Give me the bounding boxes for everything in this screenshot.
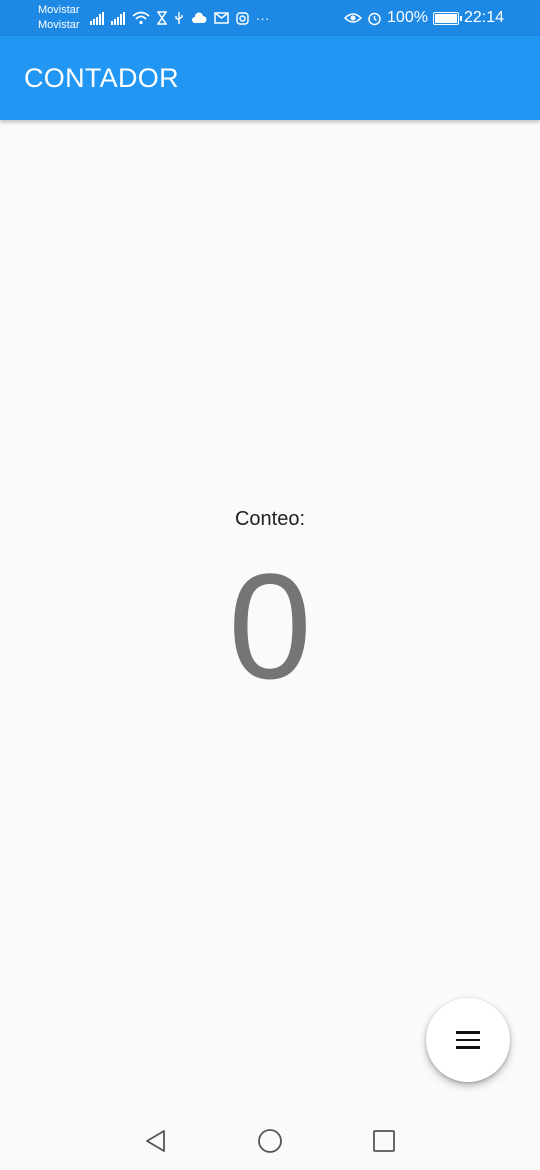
count-value: 0 (228, 542, 312, 710)
home-button[interactable] (253, 1124, 287, 1158)
carrier-names: Movistar Movistar (38, 3, 80, 33)
main-content: Conteo: 0 (0, 120, 540, 1112)
eye-icon (344, 13, 363, 23)
hourglass-icon (156, 11, 167, 25)
mail-icon (213, 12, 229, 24)
menu-fab-button[interactable] (426, 998, 510, 1082)
status-left: Movistar Movistar ··· (38, 3, 270, 33)
app-bar: CONTADOR (0, 36, 540, 120)
app-title: CONTADOR (24, 62, 179, 93)
back-triangle-icon (146, 1130, 165, 1152)
signal-1-icon (89, 11, 104, 25)
status-right: 100% 22:14 (344, 9, 504, 27)
alarm-icon (368, 12, 381, 25)
recents-button[interactable] (367, 1124, 401, 1158)
more-notifications-icon: ··· (255, 10, 270, 26)
wifi-icon (131, 11, 150, 25)
status-icons: ··· (89, 10, 270, 26)
recents-square-icon (373, 1130, 395, 1152)
menu-icon (456, 1031, 480, 1049)
usb-icon (174, 12, 183, 24)
instagram-icon (235, 11, 249, 25)
battery-percent: 100% (387, 9, 428, 26)
battery-icon (432, 11, 462, 25)
home-circle-icon (258, 1129, 282, 1153)
cloud-icon (191, 12, 207, 23)
back-button[interactable] (139, 1124, 173, 1158)
carrier-1: Movistar (38, 4, 80, 16)
clock-time: 22:14 (463, 9, 504, 26)
signal-2-icon (110, 11, 125, 25)
status-bar: Movistar Movistar ··· 100% 22:14 (0, 0, 540, 36)
count-label: Conteo: (234, 508, 306, 530)
carrier-2: Movistar (38, 19, 80, 31)
navigation-bar (0, 1112, 540, 1170)
